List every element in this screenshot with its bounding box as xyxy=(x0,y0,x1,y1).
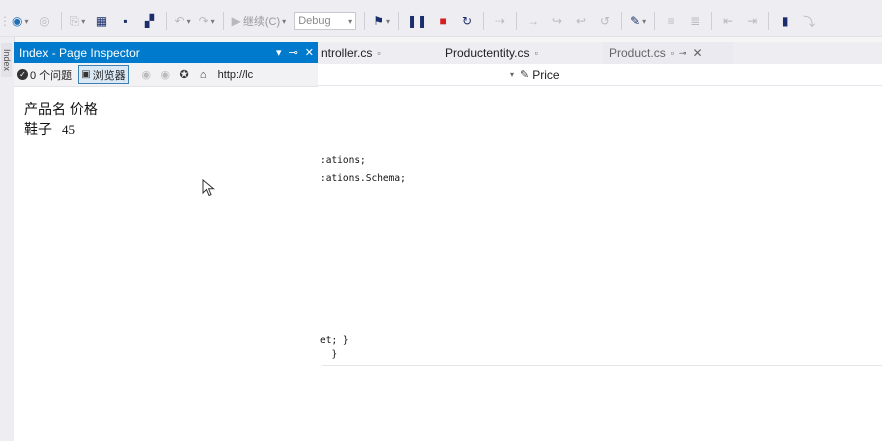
window-position-dropdown-icon[interactable]: ▾ xyxy=(276,46,282,59)
page-inspector-toolbar: ✓ 0 个问题 ▣ 浏览器 ◉ ◉ ✪ ⌂ http://lc xyxy=(14,63,318,87)
browser-icon: ▣ xyxy=(81,69,91,80)
forward-icon[interactable]: ◉ xyxy=(158,67,173,82)
refresh-icon[interactable]: ✪ xyxy=(177,67,192,82)
solution-configuration-value: Debug xyxy=(298,15,331,27)
navigation-bar: ▾ ✎ Price xyxy=(318,64,882,86)
vs-window: ⋮ ◉ ▾ ◎ ⎘ ▾ ▦ ▪ ▞ ↶ ▾ ↷ ▾ ▶ 继续(C) ▾ Debug ▾ ⚑ ▾… xyxy=(0,0,882,441)
show-next-statement-icon[interactable]: ⇢ xyxy=(489,10,511,32)
browser-link-icon[interactable]: ✎ ▾ xyxy=(627,10,649,32)
refresh-icon[interactable]: ↺ xyxy=(594,10,616,32)
toolbar-separator xyxy=(397,12,399,30)
chevron-down-icon: ▾ xyxy=(348,16,353,26)
wrench-icon: ✎ xyxy=(520,69,530,81)
solution-configuration-select[interactable]: Debug ▾ xyxy=(294,12,357,30)
chevron-down-icon[interactable]: ▾ xyxy=(510,70,514,79)
save-all-icon[interactable]: ▞ xyxy=(139,10,161,32)
pin-icon[interactable]: ⊸ xyxy=(289,46,298,59)
tab-product-cs[interactable]: Product.cs ▫ ⊸ ✕ xyxy=(603,42,733,64)
tab-productentity-cs[interactable]: Productentity.cs ▫ xyxy=(445,42,603,64)
toolbar-separator xyxy=(768,12,770,30)
close-icon[interactable]: ✕ xyxy=(305,46,314,59)
table-row: 鞋子 45 xyxy=(24,119,308,140)
rendered-page: 产品名 价格 鞋子 45 xyxy=(14,87,318,152)
lock-icon: ▫ xyxy=(534,48,538,58)
check-icon: ✓ xyxy=(17,69,28,80)
issues-label: 0 个问题 xyxy=(30,69,73,82)
code-line: et; } xyxy=(320,335,349,346)
page-inspector-title: Index - Page Inspector xyxy=(19,45,140,60)
continue-button[interactable]: ▶ 继续(C) ▾ xyxy=(229,10,290,32)
browser-label: 浏览器 xyxy=(92,69,126,82)
tab-label: ntroller.cs xyxy=(321,46,373,60)
uncomment-icon[interactable]: ≣ xyxy=(684,10,706,32)
page-inspector-titlebar: Index - Page Inspector ▾ ⊸ ✕ xyxy=(14,42,318,63)
bookmark-icon[interactable]: ▮ xyxy=(774,10,796,32)
current-line-highlight xyxy=(322,365,882,366)
attach-icon[interactable]: ⚑ ▾ xyxy=(370,10,393,32)
side-tab-index[interactable]: Index xyxy=(1,43,12,77)
table-header-row: 产品名 价格 xyxy=(24,101,98,117)
comment-icon[interactable]: ≡ xyxy=(660,10,682,32)
toolbar-separator xyxy=(654,12,656,30)
member-label: Price xyxy=(532,67,560,82)
url-field[interactable]: http://lc xyxy=(218,69,253,81)
tab-controller-cs[interactable]: ntroller.cs ▫ xyxy=(318,42,445,64)
continue-label: 继续(C) xyxy=(242,16,281,28)
lock-icon: ▫ xyxy=(670,48,674,58)
step-into-icon[interactable]: → xyxy=(522,10,544,32)
stop-icon[interactable]: ■ xyxy=(432,10,454,32)
toolbar-grip[interactable]: ⋮ xyxy=(0,10,11,32)
document-tab-strip: ntroller.cs ▫ Productentity.cs ▫ Product… xyxy=(318,42,882,64)
back-icon[interactable]: ◉ xyxy=(139,67,154,82)
step-out-icon[interactable]: ↩ xyxy=(570,10,592,32)
toolbar-separator xyxy=(364,12,366,30)
save-icon[interactable]: ▪ xyxy=(115,10,137,32)
left-tool-strip: Index xyxy=(0,37,15,441)
code-line: :ations; xyxy=(320,155,366,166)
product-name-cell: 鞋子 xyxy=(24,121,52,137)
tab-label: Productentity.cs xyxy=(445,46,530,60)
pin-icon[interactable]: ⊸ xyxy=(679,48,687,59)
toolbar-separator xyxy=(222,12,224,30)
code-line: :ations.Schema; xyxy=(320,173,406,184)
pause-icon[interactable]: ❚❚ xyxy=(404,10,430,32)
toolbar-separator xyxy=(60,12,62,30)
navigate-back-icon[interactable]: ◉ ▾ xyxy=(9,10,32,32)
redo-icon[interactable]: ↷ ▾ xyxy=(196,10,218,32)
toolbar-separator xyxy=(621,12,623,30)
browser-button[interactable]: ▣ 浏览器 xyxy=(78,65,129,84)
members-dropdown[interactable]: ✎ Price xyxy=(520,68,560,82)
issues-indicator[interactable]: ✓ 0 个问题 xyxy=(17,67,72,83)
home-icon[interactable]: ⌂ xyxy=(196,67,211,82)
close-tab-icon[interactable]: ✕ xyxy=(692,46,702,60)
code-line: } xyxy=(320,349,338,360)
new-project-icon[interactable]: ⎘ ▾ xyxy=(67,10,89,32)
undo-icon[interactable]: ↶ ▾ xyxy=(172,10,194,32)
restart-icon[interactable]: ↻ xyxy=(456,10,478,32)
navigate-forward-icon[interactable]: ◎ xyxy=(34,10,56,32)
toolbar-separator xyxy=(516,12,518,30)
toolbar-separator xyxy=(483,12,485,30)
mouse-pointer-icon xyxy=(202,179,215,197)
lock-icon: ▫ xyxy=(377,48,381,58)
step-over-icon[interactable]: ↪ xyxy=(546,10,568,32)
open-file-icon[interactable]: ▦ xyxy=(91,10,113,32)
outdent-icon[interactable]: ⇤ xyxy=(717,10,739,32)
page-inspector-panel: Index - Page Inspector ▾ ⊸ ✕ ✓ 0 个问题 ▣ 浏… xyxy=(14,42,318,441)
bookmark-next-icon[interactable]: ⤵ xyxy=(798,10,820,32)
product-price-cell: 45 xyxy=(62,122,75,137)
standard-toolbar: ⋮ ◉ ▾ ◎ ⎘ ▾ ▦ ▪ ▞ ↶ ▾ ↷ ▾ ▶ 继续(C) ▾ Debug ▾ ⚑ ▾… xyxy=(0,6,882,37)
code-editor[interactable]: :ations; :ations.Schema; et; } } xyxy=(318,86,882,441)
tab-label: Product.cs xyxy=(609,46,666,60)
indent-icon[interactable]: ⇥ xyxy=(741,10,763,32)
toolbar-separator xyxy=(711,12,713,30)
toolbar-separator xyxy=(165,12,167,30)
